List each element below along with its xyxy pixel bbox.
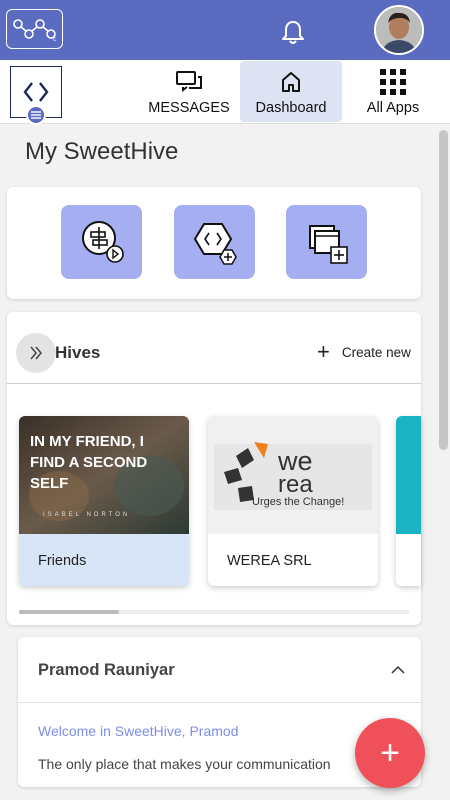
hives-card: Hives + Create new IN MY FRIEND, I FIND … [7,312,421,625]
add-fab-button[interactable]: + [355,718,425,788]
window-add-button[interactable] [286,205,367,279]
hive-tile-next[interactable] [396,416,421,586]
quick-actions-card [7,187,421,299]
hive-label: Friends [19,534,189,586]
profile-name: Pramod Rauniyar [38,661,175,679]
chat-bubbles-icon [175,68,203,96]
double-chevron-right-icon [30,346,42,360]
svg-text:c: c [53,37,56,43]
svg-text:SELF: SELF [30,475,68,492]
chat-add-icon [81,221,124,263]
home-icon [279,68,303,96]
hive-network-logo[interactable]: c [6,9,63,49]
hive-add-button[interactable] [174,205,255,279]
page-title: My SweetHive [25,138,179,165]
window-add-icon [308,225,348,264]
hive-label: WEREA SRL [227,553,312,569]
hives-title: Hives [55,343,101,362]
hamburger-menu-icon[interactable] [26,105,46,125]
welcome-message: Welcome in SweetHive, Pramod [38,723,239,739]
top-app-bar: c [0,0,450,60]
main-nav: MESSAGES Dashboard All Apps [0,60,450,124]
svg-text:ISABEL NORTON: ISABEL NORTON [43,512,130,518]
tab-dashboard[interactable]: Dashboard [240,61,342,122]
chevron-up-icon[interactable] [390,662,406,678]
hive-add-icon [193,223,237,265]
tab-all-apps-label: All Apps [366,100,420,116]
bell-icon[interactable] [278,17,308,47]
network-icon: c [12,19,56,43]
expand-toggle-button[interactable] [16,333,56,373]
tab-dashboard-label: Dashboard [255,100,327,116]
hive-tile-werea[interactable]: we rea Urges the Change! WEREA SRL [208,416,378,586]
svg-text:FIND A SECOND: FIND A SECOND [30,454,147,471]
tab-all-apps[interactable]: All Apps [360,61,426,122]
grid-icon [379,68,407,96]
create-new-button[interactable]: + Create new [317,339,411,364]
chat-add-button[interactable] [61,205,142,279]
tab-messages-label: MESSAGES [148,100,230,116]
hive-tile-friends[interactable]: IN MY FRIEND, I FIND A SECOND SELF ISABE… [19,416,189,586]
svg-text:Urges the Change!: Urges the Change! [252,496,344,508]
divider [18,702,421,703]
friends-cover-image: IN MY FRIEND, I FIND A SECOND SELF ISABE… [19,416,189,534]
svg-text:rea: rea [278,471,313,498]
create-new-label: Create new [341,344,411,360]
plus-icon: + [317,339,330,364]
welcome-description: The only place that makes your communica… [38,756,331,772]
tab-messages[interactable]: MESSAGES [146,61,232,122]
user-avatar[interactable] [374,5,424,55]
vertical-scrollbar[interactable] [439,130,448,450]
werea-logo-image: we rea Urges the Change! [208,416,378,534]
svg-text:IN MY FRIEND, I: IN MY FRIEND, I [30,433,144,450]
code-brackets-icon [23,82,49,102]
divider [7,383,421,384]
hive-cover-image [396,416,421,534]
horizontal-scroll-thumb[interactable] [19,610,119,614]
